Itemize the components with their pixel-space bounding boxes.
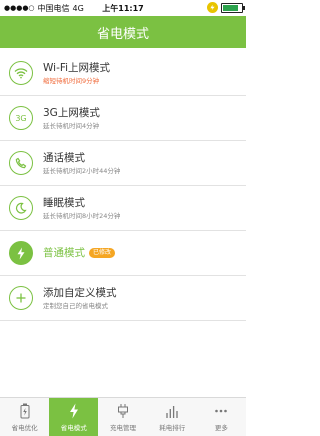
tab-label: 充电管理 (110, 423, 136, 432)
modified-badge: 已修改 (89, 248, 116, 258)
tab-label: 省电优化 (11, 423, 38, 432)
wifi-icon (9, 61, 33, 85)
phone-icon (9, 151, 33, 175)
plug-icon (118, 403, 128, 418)
lightning-icon (69, 403, 78, 418)
mode-list: Wi-Fi上网模式 缩短待机时间9分钟 3G 3G上网模式 延长待机时间4分钟 … (0, 51, 246, 321)
moon-icon (9, 196, 33, 220)
mode-item-wifi[interactable]: Wi-Fi上网模式 缩短待机时间9分钟 (0, 51, 246, 96)
mode-item-sleep[interactable]: 睡眠模式 延长待机时间8小时24分钟 (0, 186, 246, 231)
tab-label: 耗电排行 (159, 423, 186, 432)
mode-subtitle: 缩短待机时间9分钟 (43, 76, 100, 85)
bar-chart-icon (166, 405, 178, 418)
mode-title: 添加自定义模式 (43, 286, 117, 299)
mode-subtitle: 定制您自己的省电模式 (43, 301, 108, 310)
status-bar: ●●●●○ 中国电信 4G 上午11:17 (0, 0, 246, 16)
mode-item-normal[interactable]: 普通模式 已修改 (0, 231, 246, 276)
mode-subtitle: 延长待机时间8小时24分钟 (43, 211, 121, 220)
mode-title: 睡眠模式 (43, 196, 85, 209)
tab-bar: 省电优化 省电模式 充电管理 耗电排行 更多 (0, 397, 246, 436)
mode-item-call[interactable]: 通话模式 延长待机时间2小时44分钟 (0, 141, 246, 186)
battery-icon (221, 2, 245, 13)
lightning-icon (9, 241, 33, 265)
mode-title: 3G上网模式 (43, 106, 100, 119)
3g-icon: 3G (9, 106, 33, 130)
header: 省电模式 (0, 16, 246, 48)
app-logo-icon (207, 2, 218, 13)
mode-title: Wi-Fi上网模式 (43, 61, 111, 74)
tab-more[interactable]: 更多 (197, 398, 246, 436)
tab-label: 省电模式 (60, 423, 87, 432)
mode-subtitle: 延长待机时间2小时44分钟 (43, 166, 121, 175)
more-icon (215, 409, 228, 412)
battery-optimize-icon (20, 403, 30, 418)
mode-title: 普通模式 已修改 (43, 246, 116, 260)
mode-item-add-custom[interactable]: 添加自定义模式 定制您自己的省电模式 (0, 276, 246, 321)
plus-icon (9, 286, 33, 310)
tab-power-optimize[interactable]: 省电优化 (0, 398, 49, 436)
mode-item-3g[interactable]: 3G 3G上网模式 延长待机时间4分钟 (0, 96, 246, 141)
page-title: 省电模式 (96, 26, 149, 42)
tab-label: 更多 (214, 423, 228, 432)
mode-title: 通话模式 (43, 151, 85, 164)
tab-power-ranking[interactable]: 耗电排行 (148, 398, 197, 436)
tab-power-mode[interactable]: 省电模式 (49, 398, 99, 436)
mode-subtitle: 延长待机时间4分钟 (43, 121, 100, 130)
tab-charge-manage[interactable]: 充电管理 (98, 398, 147, 436)
